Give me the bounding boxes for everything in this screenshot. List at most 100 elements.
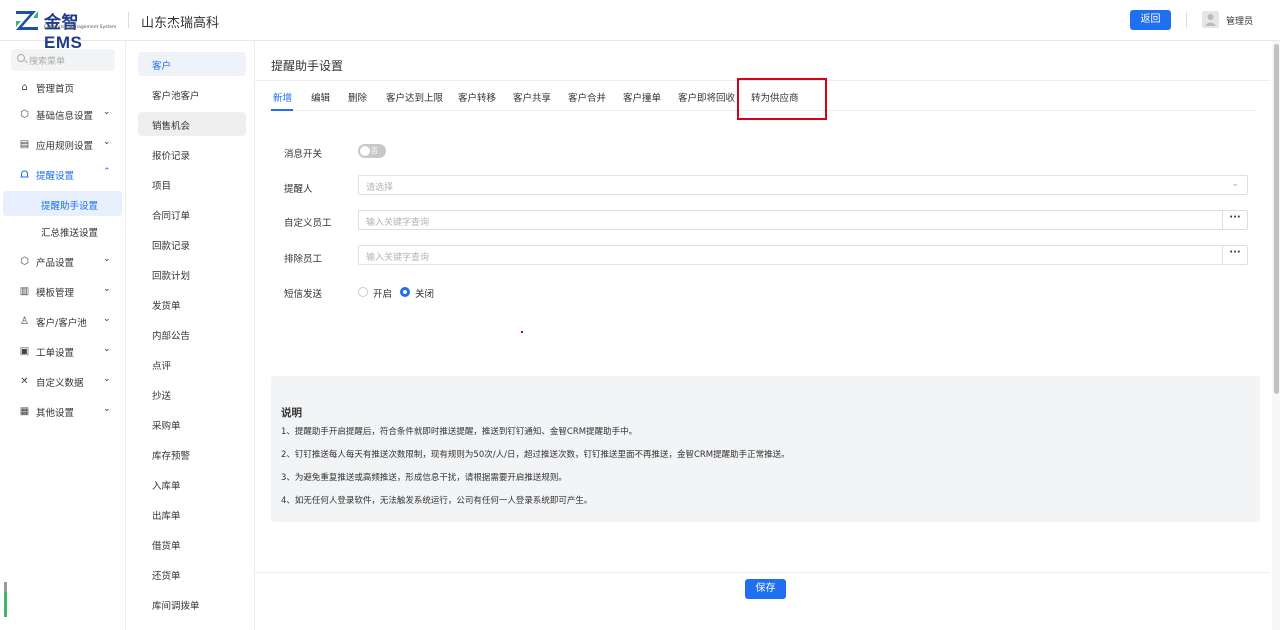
tab-customer-limit[interactable]: 客户达到上限	[386, 90, 443, 104]
module-item-label: 库存预警	[152, 451, 191, 462]
exclude-employee-more-button[interactable]: ···	[1223, 245, 1248, 265]
module-list: 客户 客户池客户 销售机会 报价记录 项目 合同订单 回款记录 回款计划 发货单…	[126, 41, 255, 630]
module-item[interactable]: 入库单	[138, 472, 246, 496]
search-input[interactable]: 搜索菜单	[11, 49, 115, 71]
grid-icon: ▦	[19, 406, 30, 417]
module-item[interactable]: 内部公告	[138, 322, 246, 346]
module-item[interactable]: 还货单	[138, 562, 246, 586]
sidebar: 搜索菜单 ⌂ 管理首页 ⬡ 基础信息设置 ⌄ ▤ 应用规则设置 ⌄ 提醒设置 ⌃…	[0, 41, 126, 630]
chevron-up-icon: ⌃	[103, 167, 111, 177]
logo-mark-icon	[16, 11, 38, 30]
module-item[interactable]: 报价记录	[138, 142, 246, 166]
chevron-down-icon: ⌄	[103, 254, 111, 264]
module-item[interactable]: 项目	[138, 172, 246, 196]
back-button[interactable]: 返回	[1130, 10, 1171, 30]
module-item-label: 借货单	[152, 541, 181, 552]
sms-on-radio[interactable]	[358, 287, 368, 297]
sms-off-label: 关闭	[415, 289, 435, 300]
module-item-label: 报价记录	[152, 151, 191, 162]
red-dot-mark	[521, 331, 523, 333]
footer-divider	[255, 572, 1270, 573]
sidebar-item-label: 自定义数据	[36, 378, 84, 389]
tab-customer-recycle[interactable]: 客户即将回收	[678, 90, 735, 104]
module-item[interactable]: 点评	[138, 352, 246, 376]
user-icon	[1205, 14, 1216, 26]
module-item-label: 抄送	[152, 391, 172, 402]
active-tab-indicator	[271, 109, 293, 111]
template-icon: ▥	[19, 286, 30, 297]
sidebar-item-product[interactable]: ⬡ 产品设置 ⌄	[0, 247, 125, 275]
module-item[interactable]: 销售机会	[138, 112, 246, 136]
toggle-state-text: 否	[371, 147, 378, 155]
description-line: 3、为避免重复推送或高频推送，形成信息干扰，请根据需要开启推送规则。	[281, 473, 567, 483]
sidebar-item-template[interactable]: ▥ 模板管理 ⌄	[0, 277, 125, 305]
sidebar-item-label: 管理首页	[36, 84, 75, 95]
sidebar-item-label: 其他设置	[36, 408, 75, 419]
module-item[interactable]: 借货单	[138, 532, 246, 556]
tools-icon: ✕	[20, 376, 29, 387]
tab-customer-transfer[interactable]: 客户转移	[458, 90, 496, 104]
module-item[interactable]: 出库单	[138, 502, 246, 526]
reminder-placeholder: 请选择	[366, 183, 394, 193]
username[interactable]: 管理员	[1226, 14, 1253, 27]
module-item-label: 点评	[152, 361, 172, 372]
module-item[interactable]: 客户池客户	[138, 82, 246, 106]
module-item-customer[interactable]: 客户	[138, 52, 246, 76]
exclude-employee-label: 排除员工	[284, 254, 323, 265]
avatar[interactable]	[1202, 11, 1219, 28]
sms-on-label: 开启	[373, 289, 393, 300]
sidebar-item-basic-info[interactable]: ⬡ 基础信息设置 ⌄	[0, 100, 125, 128]
module-item[interactable]: 抄送	[138, 382, 246, 406]
tab-add[interactable]: 新增	[273, 90, 292, 104]
sidebar-item-reminder[interactable]: 提醒设置 ⌃	[0, 160, 125, 188]
chevron-down-icon: ⌄	[103, 107, 111, 117]
save-button[interactable]: 保存	[745, 579, 786, 599]
sidebar-item-other[interactable]: ▦ 其他设置 ⌄	[0, 397, 125, 425]
sidebar-item-label: 提醒设置	[36, 171, 75, 182]
sidebar-subitem-summary-push[interactable]: 汇总推送设置	[3, 218, 122, 243]
chevron-down-icon: ⌄	[103, 374, 111, 384]
cube-icon: ⬡	[20, 109, 29, 120]
chevron-down-icon: ⌄	[103, 344, 111, 354]
tab-edit[interactable]: 编辑	[311, 90, 330, 104]
reminder-select[interactable]: 请选择 ⌄	[358, 175, 1248, 195]
reminder-label: 提醒人	[284, 184, 313, 195]
bell-icon	[19, 169, 30, 180]
logo-subtitle: Enterprise Management System	[44, 25, 117, 30]
sidebar-item-label: 工单设置	[36, 348, 75, 359]
sidebar-item-work-order[interactable]: ▣ 工单设置 ⌄	[0, 337, 125, 365]
logo: 金智 EMS Enterprise Management System	[14, 8, 122, 52]
tab-customer-merge[interactable]: 客户合并	[568, 90, 606, 104]
sidebar-item-app-rules[interactable]: ▤ 应用规则设置 ⌄	[0, 130, 125, 158]
scrollbar-thumb[interactable]	[1274, 44, 1279, 394]
sidebar-subitem-reminder-assistant[interactable]: 提醒助手设置	[3, 191, 122, 216]
module-item[interactable]: 回款记录	[138, 232, 246, 256]
chevron-down-icon: ⌄	[1231, 179, 1239, 189]
exclude-employee-input[interactable]: 输入关键字查询	[358, 245, 1223, 265]
module-item[interactable]: 库间调拨单	[138, 592, 246, 616]
custom-employee-more-button[interactable]: ···	[1223, 210, 1248, 230]
company-name: 山东杰瑞高科	[141, 16, 220, 31]
module-item[interactable]: 合同订单	[138, 202, 246, 226]
module-item[interactable]: 采购单	[138, 412, 246, 436]
user-group-icon: ♙	[20, 316, 29, 327]
sidebar-item-customer[interactable]: ♙ 客户/客户池 ⌄	[0, 307, 125, 335]
module-item[interactable]: 发货单	[138, 292, 246, 316]
description-line: 2、钉钉推送每人每天有推送次数限制，现有规则为50次/人/日，超过推送次数，钉钉…	[281, 450, 790, 460]
chevron-down-icon: ⌄	[103, 314, 111, 324]
description-line: 1、提醒助手开启提醒后，符合条件就即时推送提醒，推送到钉钉通知、金智CRM提醒助…	[281, 427, 638, 437]
sms-off-radio[interactable]	[400, 287, 410, 297]
message-switch[interactable]: 否	[358, 144, 386, 158]
module-item[interactable]: 库存预警	[138, 442, 246, 466]
module-item[interactable]: 回款计划	[138, 262, 246, 286]
sidebar-item-label: 模板管理	[36, 288, 75, 299]
page-title: 提醒助手设置	[271, 59, 344, 73]
form-icon: ▣	[19, 346, 30, 357]
tab-delete[interactable]: 删除	[348, 90, 367, 104]
tab-customer-collision[interactable]: 客户撞单	[623, 90, 661, 104]
sidebar-item-home[interactable]: ⌂ 管理首页	[0, 73, 125, 101]
module-item-label: 客户池客户	[152, 91, 200, 102]
sidebar-item-custom-data[interactable]: ✕ 自定义数据 ⌄	[0, 367, 125, 395]
tab-customer-share[interactable]: 客户共享	[513, 90, 551, 104]
custom-employee-input[interactable]: 输入关键字查询	[358, 210, 1223, 230]
